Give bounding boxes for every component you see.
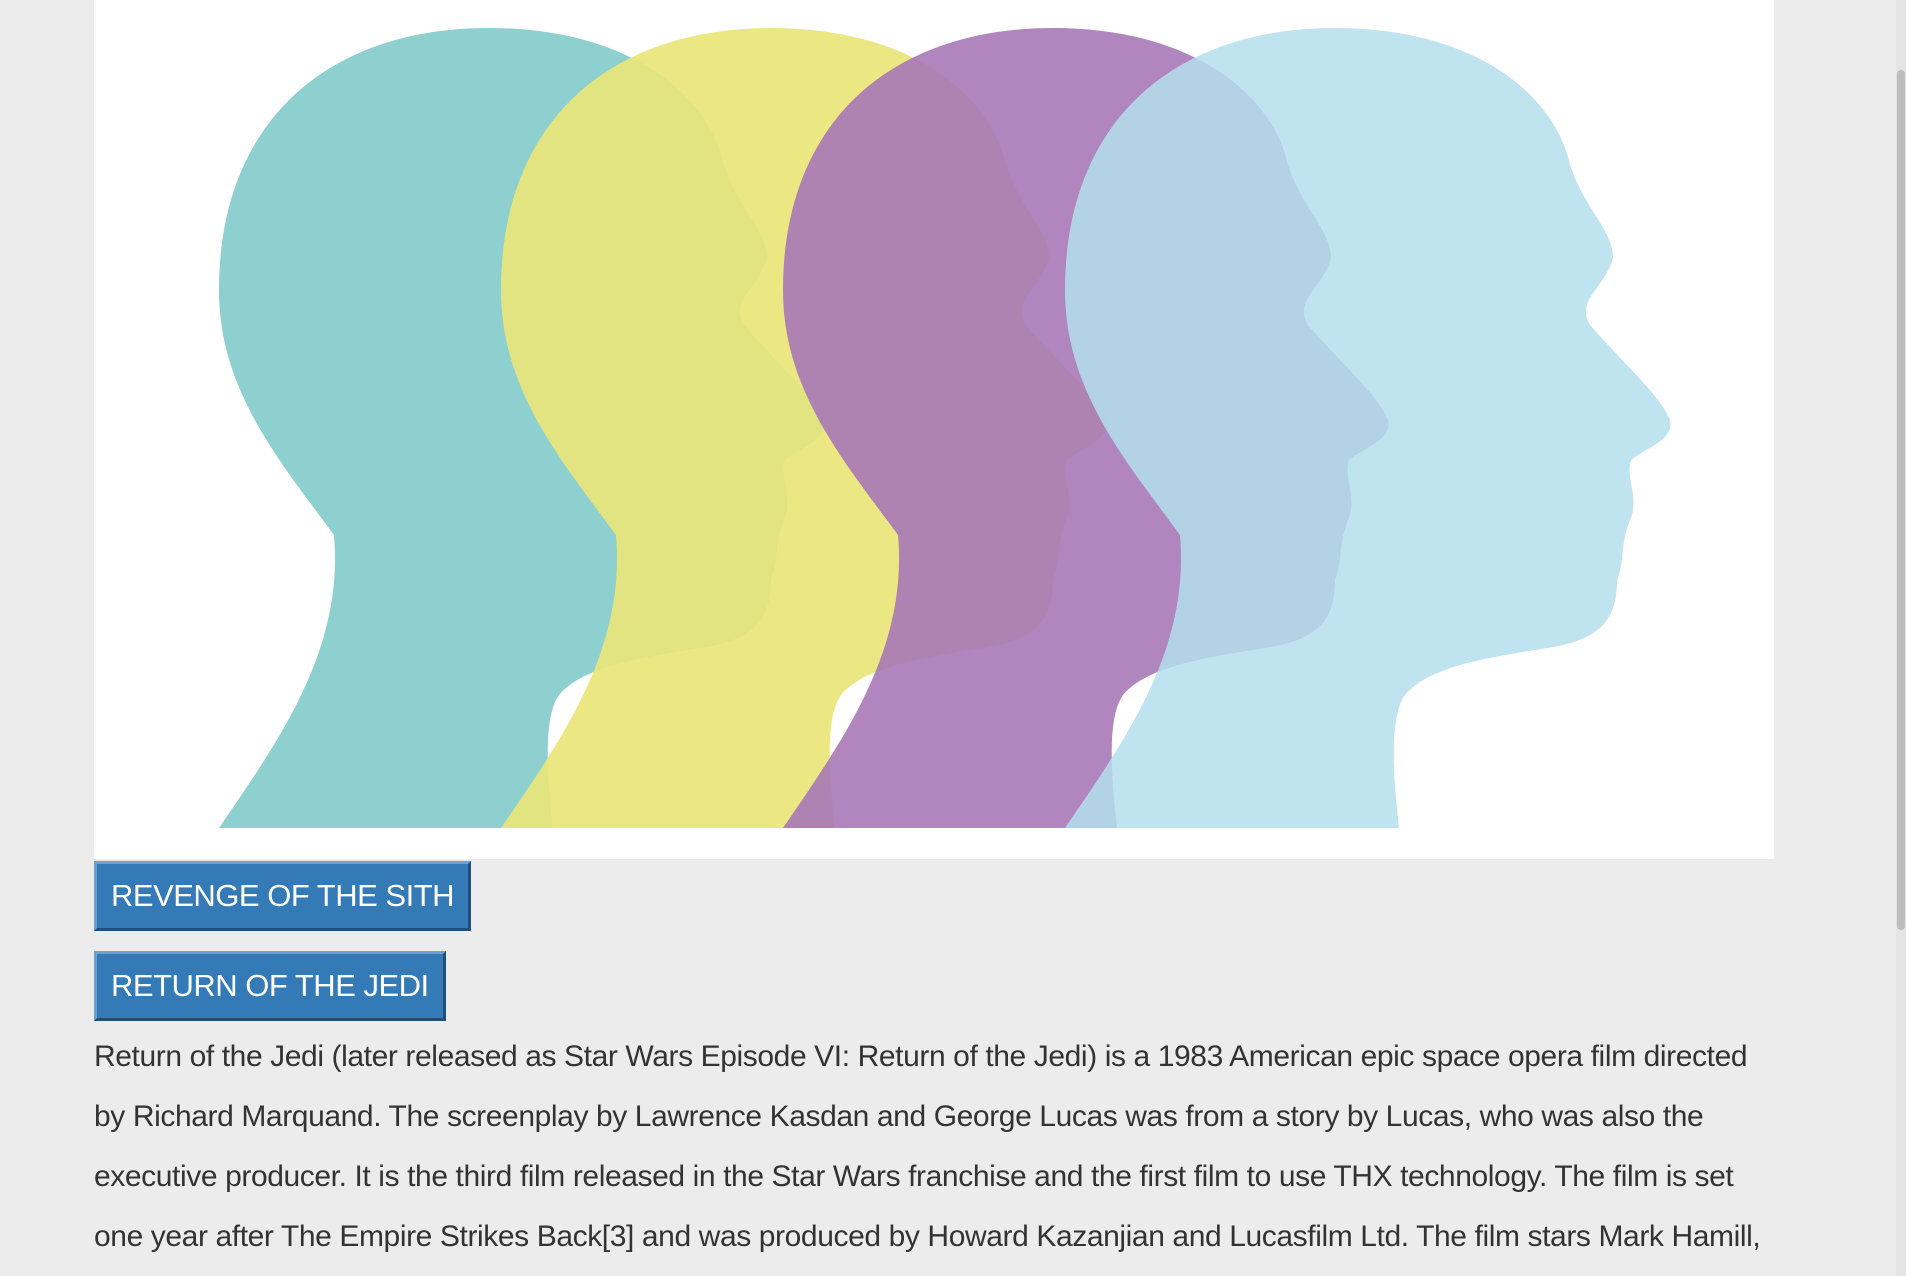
- return-of-the-jedi-button[interactable]: RETURN OF THE JEDI: [94, 951, 446, 1021]
- revenge-of-the-sith-button[interactable]: REVENGE OF THE SITH: [94, 861, 472, 931]
- vertical-scrollbar[interactable]: [1896, 0, 1906, 1276]
- film-description: Return of the Jedi (later released as St…: [94, 1040, 1761, 1253]
- head-silhouettes-icon: [219, 28, 1671, 828]
- main-content: REVENGE OF THE SITH RETURN OF THE JEDI R…: [94, 0, 1774, 1276]
- hero-image: [94, 0, 1774, 859]
- scrollbar-thumb[interactable]: [1897, 70, 1905, 930]
- page: REVENGE OF THE SITH RETURN OF THE JEDI R…: [0, 0, 1906, 1276]
